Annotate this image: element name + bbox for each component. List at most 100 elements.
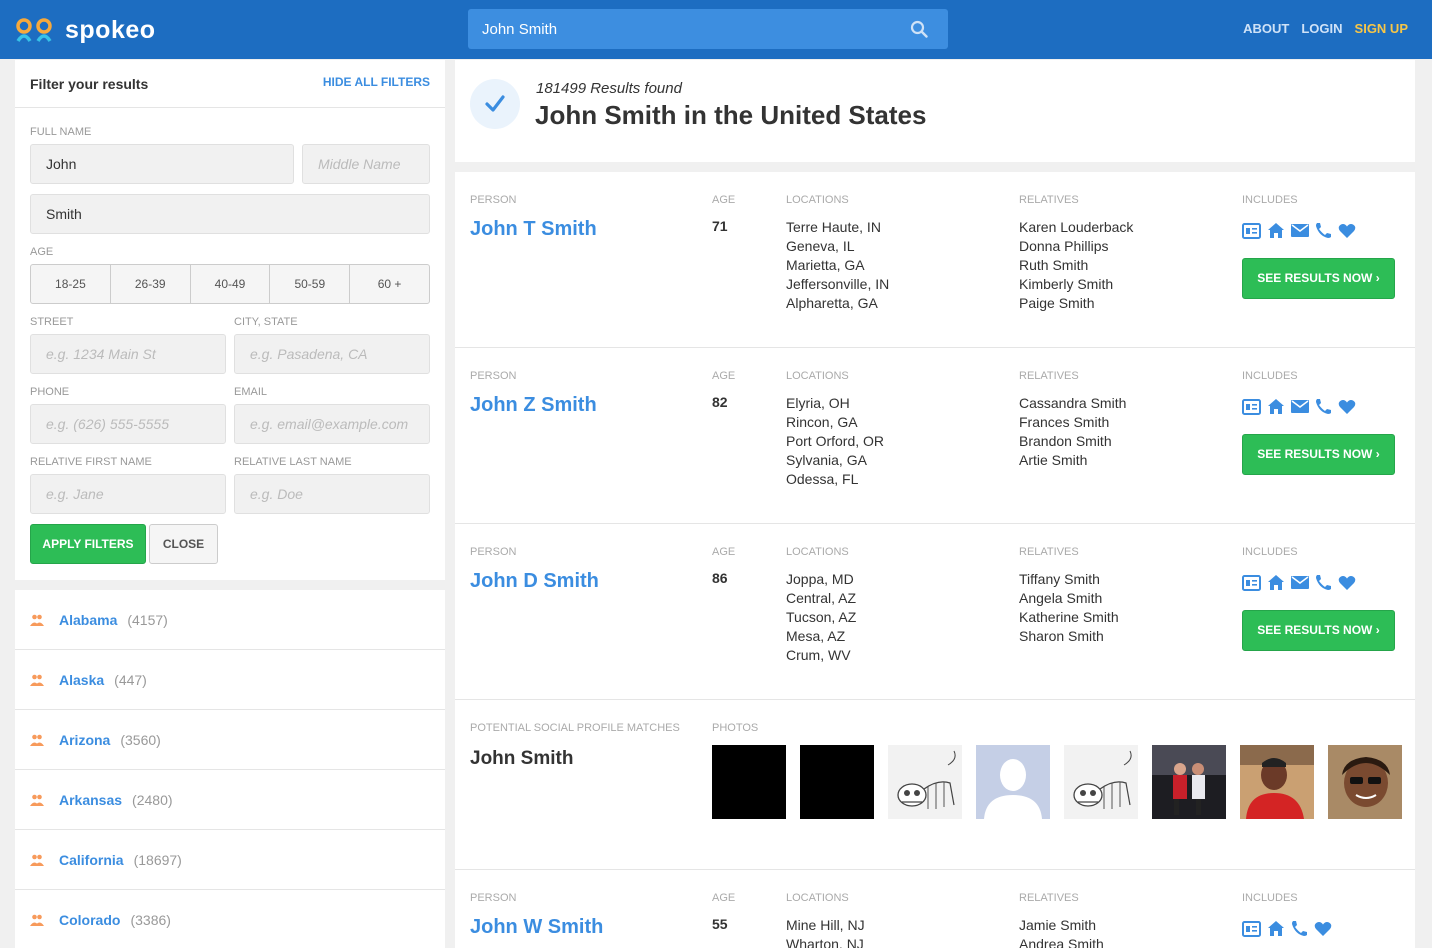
- search-input[interactable]: [482, 9, 882, 49]
- age-value: 82: [712, 394, 728, 410]
- social-name: John Smith: [470, 748, 574, 769]
- state-item-arkansas[interactable]: Arkansas (2480): [15, 770, 445, 830]
- age-button-18-25[interactable]: 18-25: [31, 265, 111, 303]
- includes-icons: [1242, 574, 1356, 591]
- check-circle: [470, 79, 520, 129]
- email-icon: [1291, 576, 1309, 589]
- location-item: Alpharetta, GA: [786, 295, 878, 311]
- person-label: PERSON: [470, 370, 517, 382]
- state-item-alaska[interactable]: Alaska (447): [15, 650, 445, 710]
- includes-icons: [1242, 222, 1356, 239]
- about-link[interactable]: ABOUT: [1243, 21, 1289, 36]
- see-results-button[interactable]: SEE RESULTS NOW ›: [1242, 258, 1395, 299]
- signup-link[interactable]: SIGN UP: [1355, 21, 1408, 36]
- results-title: John Smith in the United States: [535, 100, 927, 130]
- person-name-link[interactable]: John T Smith: [470, 218, 597, 241]
- age-label: AGE: [30, 246, 54, 258]
- hide-all-filters-link[interactable]: HIDE ALL FILTERS: [323, 75, 430, 89]
- person-red-shirt-photo[interactable]: [1240, 745, 1314, 819]
- relatives-list: Tiffany Smith Angela Smith Katherine Smi…: [1019, 570, 1119, 646]
- state-name: Alaska: [59, 671, 105, 688]
- email-field[interactable]: e.g. email@example.com: [234, 404, 430, 444]
- relative-item: Karen Louderback: [1019, 219, 1134, 235]
- middle-name-field[interactable]: Middle Name: [302, 144, 430, 184]
- person-label: PERSON: [470, 892, 517, 904]
- spokeo-logo[interactable]: spokeo: [15, 15, 156, 45]
- home-icon: [1268, 921, 1284, 936]
- couple-photo[interactable]: [1152, 745, 1226, 819]
- apply-filters-button[interactable]: APPLY FILTERS: [30, 524, 146, 564]
- top-bar: spokeo ABOUT LOGIN SIGN UP: [0, 0, 1432, 59]
- home-icon: [1268, 399, 1284, 414]
- age-button-26-39[interactable]: 26-39: [111, 265, 191, 303]
- relative-item: Paige Smith: [1019, 295, 1095, 311]
- social-label: POTENTIAL SOCIAL PROFILE MATCHES: [470, 722, 680, 734]
- state-name: Arkansas: [59, 791, 123, 808]
- location-item: Sylvania, GA: [786, 452, 867, 468]
- relative-first-name-label: RELATIVE FIRST NAME: [30, 456, 152, 468]
- relative-first-name-field[interactable]: e.g. Jane: [30, 474, 226, 514]
- age-label: AGE: [712, 194, 736, 206]
- result-card: PERSON AGE LOCATIONS RELATIVES INCLUDES …: [455, 870, 1415, 948]
- phone-field[interactable]: e.g. (626) 555-5555: [30, 404, 226, 444]
- state-item-colorado[interactable]: Colorado (3386): [15, 890, 445, 948]
- city-state-field[interactable]: e.g. Pasadena, CA: [234, 334, 430, 374]
- email-label: EMAIL: [234, 386, 268, 398]
- state-name: Arizona: [59, 731, 111, 748]
- home-icon: [1268, 575, 1284, 590]
- state-count: (18697): [133, 851, 182, 868]
- locations-label: LOCATIONS: [786, 370, 849, 382]
- relative-last-name-field[interactable]: e.g. Doe: [234, 474, 430, 514]
- locations-label: LOCATIONS: [786, 194, 849, 206]
- city-state-label: CITY, STATE: [234, 316, 298, 328]
- age-button-40-49[interactable]: 40-49: [191, 265, 271, 303]
- filter-panel: Filter your results HIDE ALL FILTERS FUL…: [15, 60, 445, 580]
- age-button-50-59[interactable]: 50-59: [270, 265, 351, 303]
- close-filters-button[interactable]: CLOSE: [149, 524, 218, 564]
- includes-icons: [1242, 398, 1356, 415]
- default-avatar-photo[interactable]: [976, 745, 1050, 819]
- location-item: Rincon, GA: [786, 414, 858, 430]
- location-item: Central, AZ: [786, 590, 857, 606]
- age-button-60-plus[interactable]: 60 +: [350, 265, 429, 303]
- see-results-button[interactable]: SEE RESULTS NOW ›: [1242, 610, 1395, 651]
- includes-label: INCLUDES: [1242, 370, 1298, 382]
- result-card: PERSON AGE LOCATIONS RELATIVES INCLUDES …: [455, 524, 1415, 700]
- state-name: Colorado: [59, 911, 121, 928]
- state-item-california[interactable]: California (18697): [15, 830, 445, 890]
- black-photo[interactable]: [712, 745, 786, 819]
- first-name-field[interactable]: John: [30, 144, 294, 184]
- results-count: 181499 Results found: [536, 80, 682, 97]
- search-icon[interactable]: [910, 20, 928, 38]
- phone-icon: [1292, 921, 1307, 936]
- state-count: (3386): [130, 911, 171, 928]
- person-name-link[interactable]: John W Smith: [470, 916, 603, 939]
- age-value: 71: [712, 218, 728, 234]
- login-link[interactable]: LOGIN: [1301, 21, 1342, 36]
- skeleton-drawing-photo[interactable]: [888, 745, 962, 819]
- black-photo[interactable]: [800, 745, 874, 819]
- person-name-link[interactable]: John Z Smith: [470, 394, 597, 417]
- person-label: PERSON: [470, 194, 517, 206]
- skeleton-drawing-photo[interactable]: [1064, 745, 1138, 819]
- includes-icons: [1242, 920, 1332, 937]
- relative-item: Jamie Smith: [1019, 917, 1097, 933]
- see-results-button[interactable]: SEE RESULTS NOW ›: [1242, 434, 1395, 475]
- person-name-link[interactable]: John D Smith: [470, 570, 599, 593]
- relatives-list: Cassandra Smith Frances Smith Brandon Sm…: [1019, 394, 1126, 470]
- relative-item: Tiffany Smith: [1019, 571, 1100, 587]
- relative-item: Andrea Smith: [1019, 936, 1104, 948]
- relatives-list: Jamie Smith Andrea Smith: [1019, 916, 1104, 948]
- state-item-arizona[interactable]: Arizona (3560): [15, 710, 445, 770]
- locations-list: Terre Haute, IN Geneva, IL Marietta, GA …: [786, 218, 889, 313]
- last-name-field[interactable]: Smith: [30, 194, 430, 234]
- logo-icon: [16, 18, 52, 42]
- person-sunglasses-photo[interactable]: [1328, 745, 1402, 819]
- state-item-alabama[interactable]: Alabama (4157): [15, 590, 445, 650]
- age-label: AGE: [712, 546, 736, 558]
- locations-list: Joppa, MD Central, AZ Tucson, AZ Mesa, A…: [786, 570, 856, 665]
- street-field[interactable]: e.g. 1234 Main St: [30, 334, 226, 374]
- location-item: Geneva, IL: [786, 238, 855, 254]
- heart-icon: [1338, 223, 1356, 238]
- includes-label: INCLUDES: [1242, 892, 1298, 904]
